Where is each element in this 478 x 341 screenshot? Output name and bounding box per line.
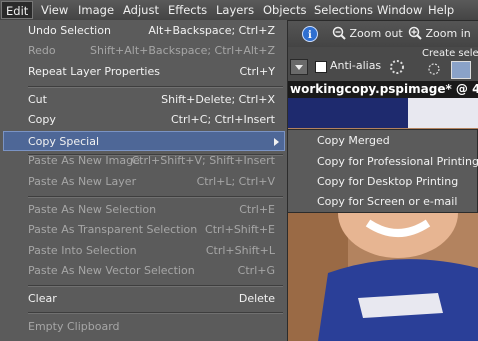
submenu-item-copy-merged[interactable]: Copy Merged (292, 131, 474, 151)
menu-objects[interactable]: Objects (263, 3, 306, 17)
menu-window[interactable]: Window (377, 3, 422, 17)
edit-menu-dropdown: Undo Selection Alt+Backspace; Ctrl+Z Red… (0, 20, 288, 341)
menu-edit[interactable]: Edit (1, 1, 34, 19)
selection-gear-icon[interactable] (389, 59, 405, 75)
menu-separator (28, 285, 283, 287)
create-selection-label: Create selectio (422, 48, 478, 59)
zoom-out-label: Zoom out (349, 27, 403, 40)
submenu-arrow-icon (274, 138, 279, 146)
menu-item-paste-as-new-selection[interactable]: Paste As New Selection Ctrl+E (3, 200, 285, 220)
menu-item-paste-as-transparent-selection[interactable]: Paste As Transparent Selection Ctrl+Shif… (3, 220, 285, 240)
submenu-item-copy-for-desktop-printing[interactable]: Copy for Desktop Printing (292, 172, 474, 192)
submenu-item-copy-for-screen-or-email[interactable]: Copy for Screen or e-mail (292, 192, 474, 212)
menu-separator (28, 312, 283, 314)
zoom-in-label: Zoom in (425, 27, 471, 40)
info-icon[interactable]: i (302, 26, 318, 42)
menu-effects[interactable]: Effects (168, 3, 207, 17)
zoom-in-button[interactable]: Zoom in (408, 25, 471, 43)
menu-item-copy[interactable]: Copy Ctrl+C; Ctrl+Insert (3, 110, 285, 130)
menu-adjust[interactable]: Adjust (123, 3, 159, 17)
menu-selections[interactable]: Selections (314, 3, 373, 17)
menu-item-repeat-layer-properties[interactable]: Repeat Layer Properties Ctrl+Y (3, 62, 285, 82)
anti-alias-checkbox[interactable] (315, 61, 327, 73)
magnifier-minus-icon (332, 26, 346, 40)
menu-separator (28, 196, 283, 198)
anti-alias-label: Anti-alias (330, 59, 382, 72)
menu-item-paste-as-new-layer[interactable]: Paste As New Layer Ctrl+L; Ctrl+V (3, 172, 285, 192)
magnifier-plus-icon (408, 26, 422, 40)
dropdown-arrow-button[interactable] (290, 59, 308, 75)
menu-bar: Edit View Image Adjust Effects Layers Ob… (0, 0, 478, 21)
menu-item-copy-special[interactable]: Copy Special (3, 131, 285, 151)
select-floating-icon[interactable] (451, 61, 471, 79)
menu-image[interactable]: Image (78, 3, 114, 17)
menu-layers[interactable]: Layers (216, 3, 254, 17)
menu-view[interactable]: View (41, 3, 68, 17)
document-title: workingcopy.pspimage* @ 40% ( (288, 81, 478, 98)
svg-text:i: i (308, 30, 312, 41)
zoom-toolbar: i Zoom out Zoom in (288, 21, 478, 48)
menu-help[interactable]: Help (428, 3, 454, 17)
menu-item-cut[interactable]: Cut Shift+Delete; Ctrl+X (3, 90, 285, 110)
menu-item-paste-as-new-vector-selection[interactable]: Paste As New Vector Selection Ctrl+G (3, 261, 285, 281)
menu-item-paste-into-selection[interactable]: Paste Into Selection Ctrl+Shift+L (3, 241, 285, 261)
menu-item-clear[interactable]: Clear Delete (3, 289, 285, 309)
submenu-item-copy-for-professional-printing[interactable]: Copy for Professional Printing (292, 152, 478, 172)
zoom-out-button[interactable]: Zoom out (332, 25, 403, 43)
menu-item-redo[interactable]: Redo Shift+Alt+Backspace; Ctrl+Alt+Z (3, 41, 285, 61)
select-marquee-icon[interactable] (426, 62, 442, 76)
menu-item-empty-clipboard[interactable]: Empty Clipboard (3, 317, 285, 337)
menu-item-undo-selection[interactable]: Undo Selection Alt+Backspace; Ctrl+Z (3, 21, 285, 41)
options-bar: Anti-alias Create selectio (288, 47, 478, 82)
menu-separator (28, 86, 283, 88)
menu-item-paste-as-new-image[interactable]: Paste As New Image Ctrl+Shift+V; Shift+I… (3, 151, 285, 171)
copy-special-submenu: Copy Merged Copy for Professional Printi… (288, 129, 478, 213)
chevron-down-icon (295, 65, 303, 70)
